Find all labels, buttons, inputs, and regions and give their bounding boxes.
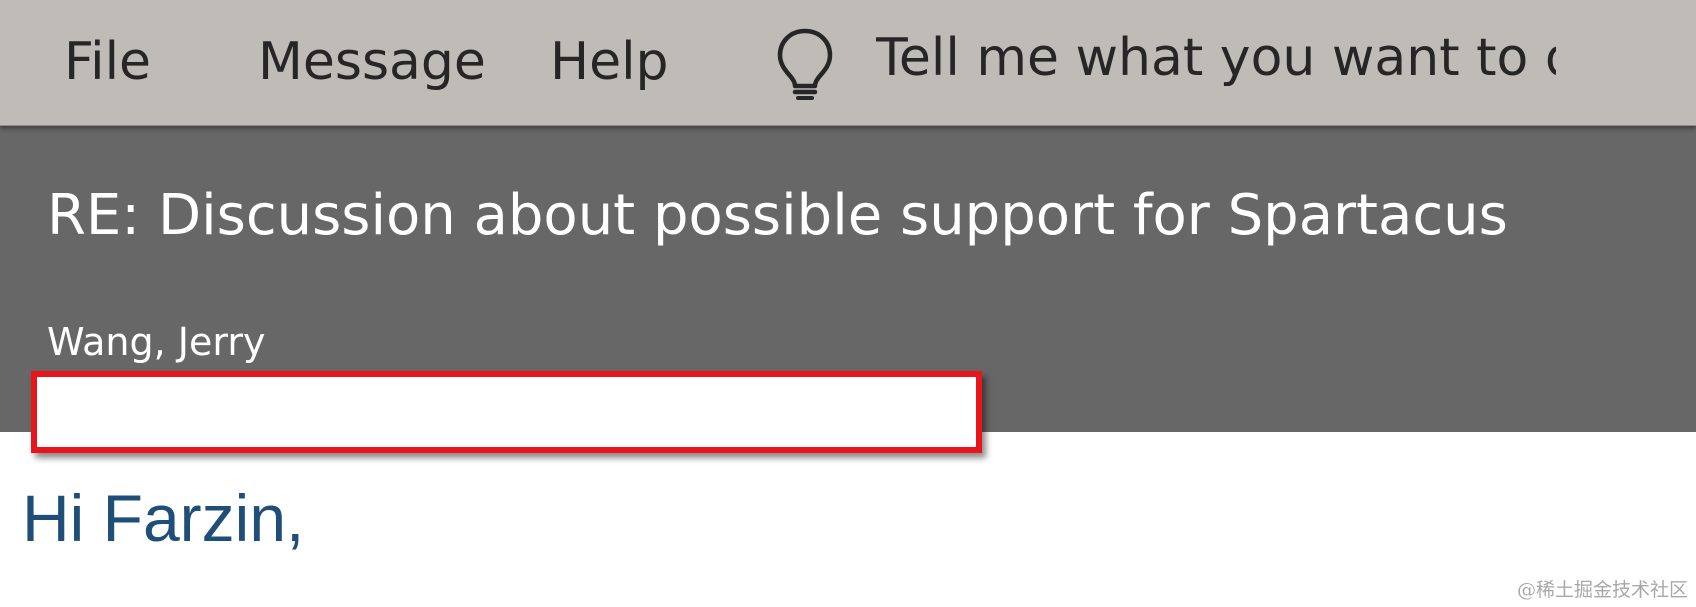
menu-help[interactable]: Help [550, 30, 669, 94]
email-reading-window: File Message Help Tell me what you want … [0, 0, 1696, 607]
lightbulb-icon[interactable] [776, 28, 834, 100]
watermark: @稀土掘金技术社区 [1516, 579, 1688, 601]
message-sender[interactable]: Wang, Jerry [47, 318, 265, 366]
message-subject: RE: Discussion about possible support fo… [47, 183, 1508, 248]
message-body-greeting: Hi Farzin, [22, 481, 305, 555]
menu-message[interactable]: Message [258, 30, 486, 94]
redaction-box [31, 371, 982, 453]
menu-file[interactable]: File [64, 30, 151, 94]
tell-me-search-box[interactable]: Tell me what you want to do [876, 26, 1556, 92]
ribbon-menu-bar: File Message Help Tell me what you want … [0, 0, 1696, 126]
